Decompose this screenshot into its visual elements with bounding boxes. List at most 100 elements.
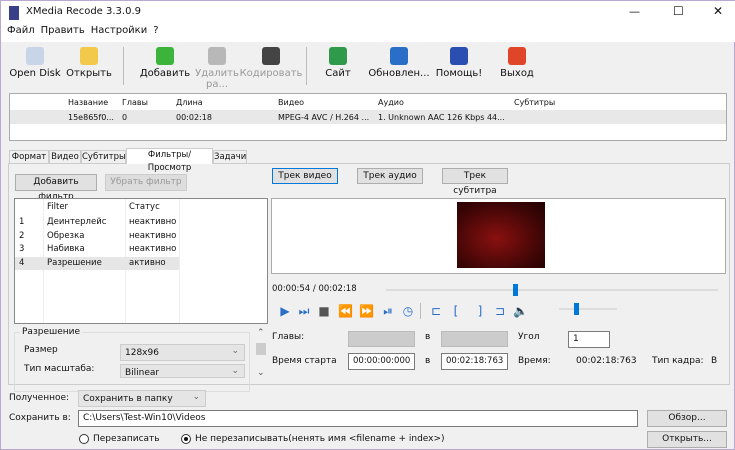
filter-header[interactable]: Статус [129,202,160,212]
chapter-to-select[interactable] [441,331,508,347]
scale-type-select[interactable]: Bilinear [120,364,245,378]
col-audio[interactable]: Аудио [378,98,404,107]
toolbar-button-5[interactable]: Сайт [304,45,372,87]
resolution-scrollbar[interactable]: ⌃ ⌄ [254,328,268,381]
video-size-select[interactable]: 128x96 [120,343,245,361]
tab-1[interactable]: Видео [49,150,81,163]
filter-list[interactable]: Filter Статус 1 Деинтерлейс неактивно 2 Обрезк… [14,198,268,324]
filter-row[interactable]: 4 Разрешение активно [15,256,179,270]
video-track-button[interactable]: Трек видео [272,168,338,184]
seek-thumb[interactable] [513,284,519,296]
menu-bar: Файл Править Настройки? [1,25,735,42]
output-label: Полученное: [9,393,70,403]
start-time-label: Время старта [272,356,337,366]
toolbar-label: Выход [500,68,534,79]
globe-icon [329,47,347,65]
clock-icon[interactable]: ◷ [401,304,415,318]
video-frame [457,202,545,268]
subtitle-track-button[interactable]: Трек субтитра [442,168,508,196]
angle-label: Угол [518,332,540,342]
chapter-from-select[interactable] [348,331,415,347]
add-filter-button[interactable]: Добавить фильтр [15,174,97,202]
angle-spinner[interactable]: 1 [568,331,610,348]
col-length[interactable]: Длина [176,98,203,107]
save-path-input[interactable]: C:\Users\Test-Win10\Videos [78,410,638,427]
stop-icon[interactable]: ■ [317,304,331,318]
set-start-icon[interactable]: ⊏ [429,304,443,318]
rewind-icon[interactable]: ⏪ [338,304,353,318]
scroll-down-icon[interactable]: ⌄ [257,368,265,378]
forward-icon[interactable]: ⏩ [359,304,374,318]
end-time-input[interactable]: 00:02:18:763 [441,353,508,370]
col-subtitles[interactable]: Субтитры [514,98,555,107]
close-button[interactable]: ✕ [713,4,723,18]
col-chapters[interactable]: Главы [122,98,148,107]
volume-icon[interactable]: 🔈 [513,304,528,318]
tab-0[interactable]: Формат [9,150,49,163]
remove-filter-button[interactable]: Убрать фильтр [105,174,187,191]
maximize-button[interactable]: ☐ [673,4,684,18]
audio-track-button[interactable]: Трек аудио [357,168,423,184]
filter-cell: неактивно [129,244,177,254]
browse-button[interactable]: Обзор... [647,410,727,427]
filter-cell: Разрешение [47,257,102,268]
filter-row[interactable]: 2 Обрезка неактивно [15,230,267,243]
toolbar-button-4[interactable]: Кодировать [237,45,305,87]
volume-thumb[interactable] [574,303,580,315]
toolbar-label: Сайт [325,68,351,79]
file-table[interactable]: Название Главы Длина Видео Аудио Субтитр… [9,93,727,141]
title-bar: XMedia Recode 3.3.0.9 — ☐ ✕ [1,1,735,25]
col-video[interactable]: Видео [278,98,304,107]
open-folder-button[interactable]: Открыть... [647,431,727,448]
frame-type-label: Тип кадра: [652,356,704,366]
volume-slider[interactable] [559,303,617,315]
plus-icon [156,47,174,65]
menu-settings[interactable]: Настройки [91,25,147,36]
next-frame-icon[interactable]: ⏭ [297,304,311,319]
menu-help[interactable]: ? [153,25,158,36]
toolbar-button-8[interactable]: Выход [483,45,551,87]
end-time-label: в [425,356,431,366]
filter-cell: Набивка [47,244,85,254]
scroll-thumb[interactable] [256,343,266,355]
toolbar-separator [306,47,307,85]
play-icon[interactable]: ▶ [278,304,292,318]
filter-cell: 1 [19,217,25,227]
seek-slider[interactable] [386,284,718,296]
minus-icon [208,47,226,65]
scroll-up-icon[interactable]: ⌃ [257,328,265,338]
toolbar-label: Помощь! [435,68,483,79]
encode-icon [262,47,280,65]
filter-row[interactable]: 1 Деинтерлейс неактивно [15,216,267,229]
menu-file[interactable]: Файл [7,25,35,36]
filter-header[interactable]: Filter [47,202,68,212]
duration-value: 00:02:18:763 [576,356,637,366]
toolbar-button-6[interactable]: Обновлен... [365,45,433,87]
toolbar-button-1[interactable]: Открыть [55,45,123,87]
tab-3[interactable]: Фильтры/Просмотр [126,148,213,173]
step-icon[interactable]: ⏯ [381,304,395,319]
cell-name: 15e865f0... [68,113,114,122]
overwrite-label: Перезаписать [93,434,160,444]
toolbar-label: Open Disk [9,68,61,79]
no-overwrite-radio[interactable] [181,434,191,444]
cell-audio: 1. Unknown AAC 126 Kbps 44... [378,113,505,122]
col-name[interactable]: Название [68,98,108,107]
menu-edit[interactable]: Править [41,25,85,36]
filter-row[interactable]: 3 Набивка неактивно [15,243,267,256]
resolution-group-label: Разрешение [20,327,83,337]
toolbar-label: Удалить ра... [195,68,239,90]
set-end-icon[interactable]: ⊐ [493,304,507,318]
mark-in-icon[interactable]: [ [449,304,463,318]
tab-4[interactable]: Задачи [213,150,247,163]
filter-cell: неактивно [129,217,177,227]
filter-cell: 2 [19,230,25,241]
cell-video: MPEG-4 AVC / H.264 ... [278,113,370,122]
scale-type-label: Тип масштаба: [24,364,95,374]
tab-2[interactable]: Субтитры [81,150,126,163]
output-mode-select[interactable]: Сохранить в папку [78,389,206,407]
minimize-button[interactable]: — [629,5,640,18]
overwrite-radio[interactable] [79,434,89,444]
start-time-input[interactable]: 00:00:00:000 [348,353,415,370]
mark-out-icon[interactable]: ] [473,304,487,318]
